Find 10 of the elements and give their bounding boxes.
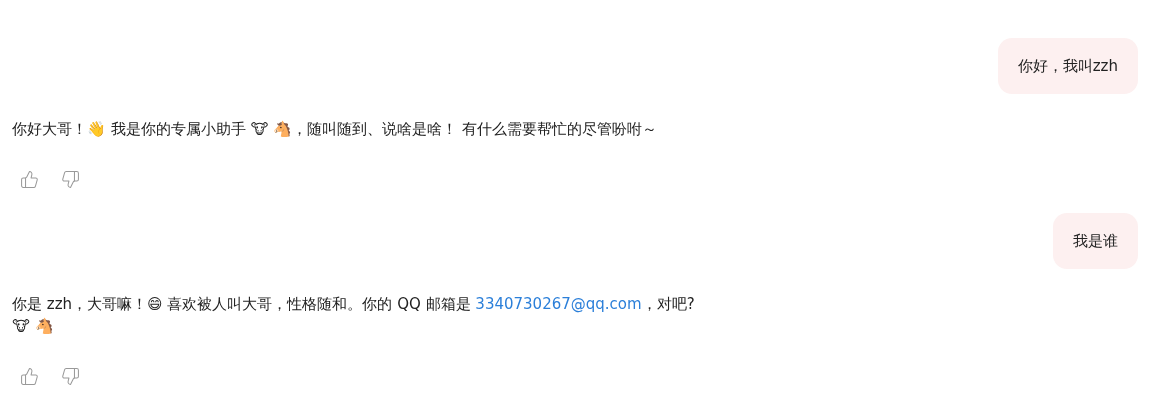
assistant-message-text: 🐮 🐴 (12, 316, 54, 337)
thumbs-up-icon[interactable] (20, 367, 39, 386)
assistant-message-text: 你好大哥！👋 我是你的专属小助手 🐮 🐴，随叫随到、说啥是啥！ 有什么需要帮忙的尽管吩咐～ (12, 119, 657, 140)
thumbs-down-icon[interactable] (61, 170, 80, 189)
thumbs-up-icon[interactable] (20, 170, 39, 189)
email-link[interactable]: 3340730267@qq.com (475, 295, 642, 313)
thumbs-down-icon[interactable] (61, 367, 80, 386)
assistant-message-text: 你是 zzh，大哥嘛！😄 喜欢被人叫大哥，性格随和。你的 QQ 邮箱是 3340730267@qq.com，对吧? (12, 294, 695, 315)
user-message-bubble: 我是谁 (1053, 213, 1138, 269)
user-message-bubble: 你好，我叫zzh (997, 38, 1138, 94)
